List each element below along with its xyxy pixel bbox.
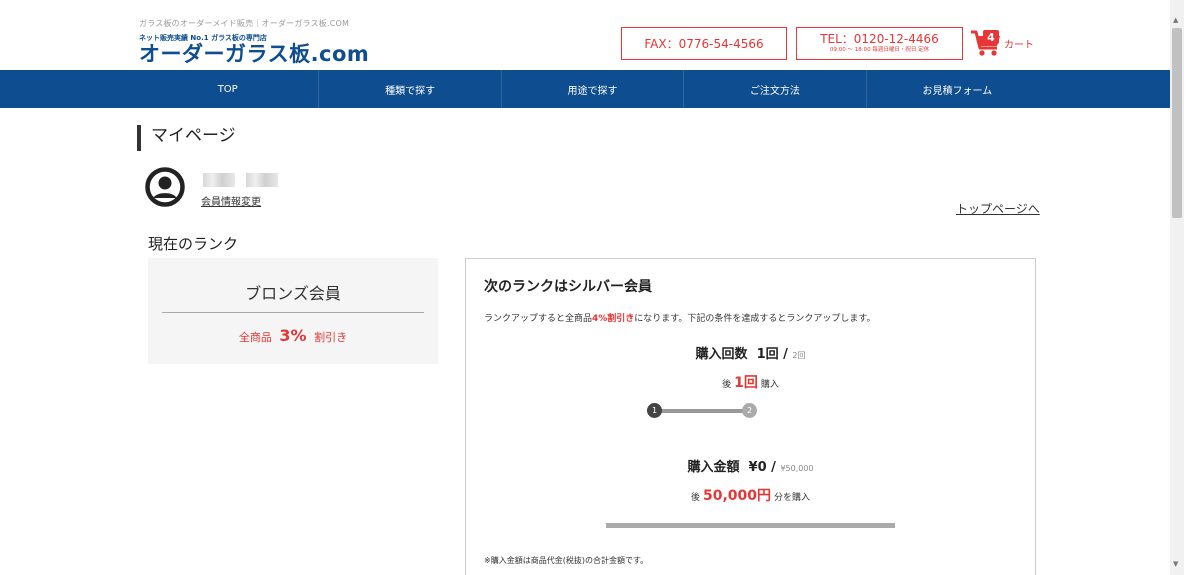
main-nav: TOP 種類で探す 用途で探す ご注文方法 お見積フォーム <box>0 70 1170 108</box>
user-name <box>203 173 278 187</box>
member-info-edit-link[interactable]: 会員情報変更 <box>201 193 261 208</box>
purchase-amount-value: ¥0 <box>748 460 767 475</box>
purchase-amount-label: 購入金額 <box>687 460 740 475</box>
rank-divider <box>162 312 424 313</box>
scroll-up-icon[interactable]: ▲ <box>1173 16 1178 24</box>
discount-rate: 3% <box>279 326 307 345</box>
current-rank-name: ブロンズ会員 <box>245 284 341 303</box>
nav-item-by-use[interactable]: 用途で探す <box>502 70 685 108</box>
purchase-count-value: 1回 <box>756 347 779 362</box>
purchase-count-progress: 1 2 <box>647 401 757 421</box>
next-desc-post: になります。下記の条件を達成するとランクアップします。 <box>634 314 876 324</box>
tel-hours: 09:00 ～ 18:00 毎週日曜日・祝日 定休 <box>829 47 930 53</box>
site-header: ガラス板のオーダーメイド販売｜オーダーガラス板.COM ネット販売実績 No.1… <box>0 0 1170 70</box>
tel-contact[interactable]: TEL：0120-12-4466 09:00 ～ 18:00 毎週日曜日・祝日 … <box>796 27 963 60</box>
top-page-link[interactable]: トップページへ <box>956 200 1040 217</box>
purchase-amount-footnote: ※購入金額は商品代金(税抜)の合計金額です。 <box>484 556 649 565</box>
current-rank-card: ブロンズ会員 全商品 3% 割引き <box>148 258 438 364</box>
purchase-count-sep: / <box>783 347 788 362</box>
amount-remain-pre: 後 <box>690 493 700 503</box>
purchase-count-condition: 購入回数 1回 / 2回 <box>466 343 1035 362</box>
next-rank-title: 次のランクはシルバー会員 <box>484 279 652 295</box>
next-desc-highlight: 4%割引き <box>592 314 635 324</box>
discount-prefix: 全商品 <box>238 331 272 344</box>
next-rank-description: ランクアップすると全商品4%割引きになります。下記の条件を達成するとランクアップ… <box>484 311 876 324</box>
count-remain-value: 1回 <box>734 375 758 391</box>
user-avatar-icon <box>145 167 185 207</box>
progress-step-2: 2 <box>742 403 757 418</box>
next-desc-pre: ランクアップすると全商品 <box>484 314 593 324</box>
user-first-name-redacted <box>246 173 278 187</box>
purchase-amount-remaining: 後 50,000円 分を購入 <box>466 485 1035 505</box>
current-rank-discount: 全商品 3% 割引き <box>148 326 438 345</box>
page-title: マイページ <box>137 125 236 151</box>
purchase-count-remaining: 後 1回 購入 <box>466 372 1035 392</box>
cart-label: カート <box>1004 39 1034 51</box>
count-remain-post: 購入 <box>760 380 779 390</box>
user-last-name-redacted <box>203 173 235 187</box>
purchase-amount-target: ¥50,000 <box>780 464 814 473</box>
progress-step-1: 1 <box>647 403 662 418</box>
nav-item-how-to-order[interactable]: ご注文方法 <box>684 70 867 108</box>
nav-item-top[interactable]: TOP <box>137 70 320 108</box>
nav-item-quote-form[interactable]: お見積フォーム <box>867 70 1048 108</box>
logo-text: オーダーガラス板.com <box>139 42 370 66</box>
amount-remain-value: 50,000円 <box>702 488 772 504</box>
purchase-amount-sep: / <box>771 460 776 475</box>
current-rank-heading: 現在のランク <box>148 235 239 253</box>
next-rank-card: 次のランクはシルバー会員 ランクアップすると全商品4%割引きになります。下記の条… <box>465 258 1036 575</box>
count-remain-pre: 後 <box>722 380 732 390</box>
purchase-count-progress-bar <box>654 409 750 413</box>
fax-number: FAX：0776-54-4566 <box>621 27 787 60</box>
scroll-down-icon[interactable]: ▼ <box>1173 560 1178 568</box>
purchase-amount-progress-bar <box>606 523 895 528</box>
purchase-amount-condition: 購入金額 ¥0 / ¥50,000 <box>466 456 1035 475</box>
cart-icon: 4 <box>970 28 1002 58</box>
purchase-count-label: 購入回数 <box>695 347 748 362</box>
site-tagline: ガラス板のオーダーメイド販売｜オーダーガラス板.COM <box>139 19 350 28</box>
tel-number: TEL：0120-12-4466 <box>820 32 939 46</box>
cart-button[interactable]: 4 カート <box>970 28 1034 58</box>
amount-remain-post: 分を購入 <box>774 493 811 503</box>
cart-count-badge: 4 <box>983 30 999 44</box>
scrollbar-thumb[interactable] <box>1172 28 1182 218</box>
discount-suffix: 割引き <box>314 331 348 344</box>
site-logo[interactable]: ネット販売実績 No.1 ガラス板の専門店 オーダーガラス板.com <box>139 33 369 65</box>
purchase-count-target: 2回 <box>792 351 806 360</box>
nav-item-by-type[interactable]: 種類で探す <box>319 70 502 108</box>
